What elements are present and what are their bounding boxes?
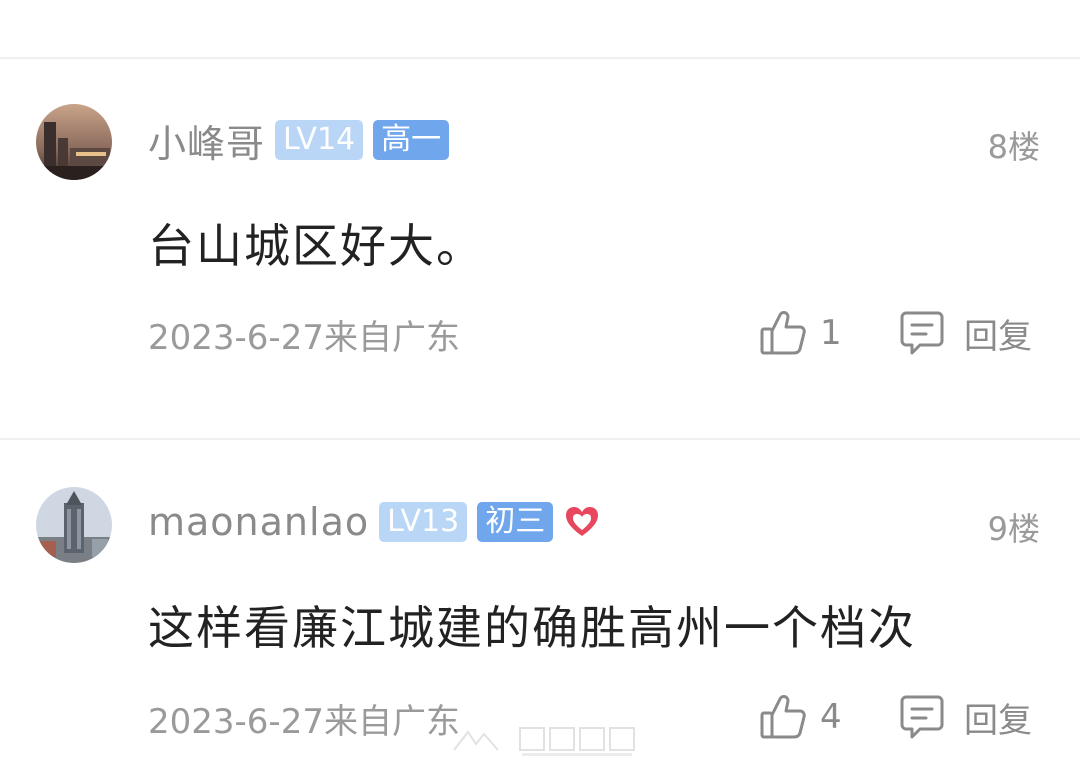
comment-bubble-icon bbox=[900, 311, 944, 355]
level-badge: LV13 bbox=[379, 502, 468, 542]
heart-icon bbox=[566, 507, 599, 536]
grade-badge: 初三 bbox=[477, 502, 554, 542]
comment-bubble-icon bbox=[900, 695, 944, 739]
thumbs-up-icon bbox=[760, 311, 806, 355]
floor-number: 8楼 bbox=[987, 128, 1040, 166]
top-divider bbox=[0, 57, 1080, 59]
reply-label: 回复 bbox=[964, 316, 1032, 357]
like-count: 1 bbox=[820, 313, 842, 353]
watermark-logo bbox=[450, 720, 650, 760]
comment-meta: 2023-6-27来自广东 bbox=[148, 318, 460, 358]
like-count: 4 bbox=[820, 697, 842, 737]
grade-badge: 高一 bbox=[373, 120, 450, 160]
comment-divider bbox=[0, 438, 1080, 440]
level-badge: LV14 bbox=[275, 120, 364, 160]
comment-text: 这样看廉江城建的确胜高州一个档次 bbox=[148, 601, 916, 655]
reply-label: 回复 bbox=[964, 700, 1032, 741]
comment-header: maonanlao LV13 初三 bbox=[148, 500, 601, 544]
avatar[interactable] bbox=[36, 104, 112, 180]
reply-button[interactable]: 回复 bbox=[900, 692, 1032, 742]
username[interactable]: 小峰哥 bbox=[148, 113, 265, 168]
comment-header: 小峰哥 LV14 高一 bbox=[148, 118, 450, 166]
thumbs-up-icon bbox=[760, 695, 806, 739]
like-button[interactable]: 4 bbox=[760, 692, 842, 742]
floor-number: 9楼 bbox=[987, 510, 1040, 548]
comment-text: 台山城区好大。 bbox=[148, 219, 484, 273]
username[interactable]: maonanlao bbox=[148, 500, 369, 544]
comment-meta: 2023-6-27来自广东 bbox=[148, 702, 460, 742]
avatar[interactable] bbox=[36, 487, 112, 563]
like-button[interactable]: 1 bbox=[760, 308, 842, 358]
reply-button[interactable]: 回复 bbox=[900, 308, 1032, 358]
